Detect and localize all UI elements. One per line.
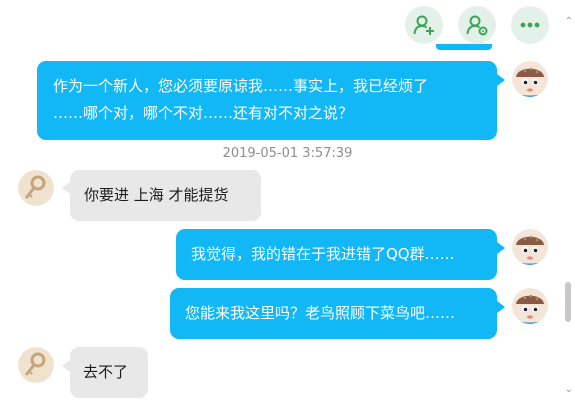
message-text: 您能来我这里吗？老鸟照顾下菜鸟吧…… — [185, 304, 456, 322]
more-icon — [520, 22, 540, 28]
message-text: 去不了 — [83, 363, 129, 381]
chat-window: 作为一个新人，您必须要原谅我……事实上，我已经烦了 ……哪个对，哪个不对……还有… — [0, 0, 575, 405]
scroll-up-arrow-icon[interactable]: ⌃ — [565, 16, 573, 27]
message-bubble-outgoing[interactable]: 您能来我这里吗？老鸟照顾下菜鸟吧…… — [170, 288, 497, 339]
my-avatar[interactable] — [512, 61, 548, 97]
message-text: 作为一个新人，您必须要原谅我……事实上，我已经烦了 — [53, 77, 429, 95]
add-contact-button[interactable] — [405, 6, 443, 44]
message-text: ……哪个对，哪个不对……还有对不对之说？ — [53, 104, 354, 122]
message-text: 我觉得，我的错在于我进错了QQ群…… — [191, 245, 455, 263]
bubble-tail — [62, 360, 70, 372]
contact-settings-button[interactable] — [458, 6, 496, 44]
bubble-tail — [62, 182, 70, 194]
scroll-thumb[interactable] — [565, 282, 571, 322]
contact-avatar[interactable] — [18, 347, 54, 383]
more-button[interactable] — [511, 6, 549, 44]
my-avatar[interactable] — [512, 229, 548, 265]
bubble-tail — [497, 74, 505, 86]
bubble-tail — [497, 242, 505, 254]
contact-settings-icon — [466, 15, 488, 36]
previous-message-edge — [436, 44, 492, 50]
add-contact-icon — [413, 15, 434, 35]
message-bubble-outgoing[interactable]: 我觉得，我的错在于我进错了QQ群…… — [176, 229, 497, 280]
chat-scrollbar[interactable]: ⌃ ⌄ — [561, 0, 575, 405]
scroll-down-arrow-icon[interactable]: ⌄ — [565, 384, 573, 395]
bubble-tail — [497, 301, 505, 313]
my-avatar[interactable] — [512, 288, 548, 324]
message-bubble-outgoing[interactable]: 作为一个新人，您必须要原谅我……事实上，我已经烦了 ……哪个对，哪个不对……还有… — [37, 61, 497, 140]
message-bubble-incoming[interactable]: 去不了 — [70, 347, 148, 398]
message-bubble-incoming[interactable]: 你要进 上海 才能提货 — [70, 170, 261, 221]
contact-avatar[interactable] — [18, 170, 54, 206]
message-text: 你要进 上海 才能提货 — [84, 186, 229, 204]
message-timestamp: 2019-05-01 3:57:39 — [222, 146, 353, 161]
